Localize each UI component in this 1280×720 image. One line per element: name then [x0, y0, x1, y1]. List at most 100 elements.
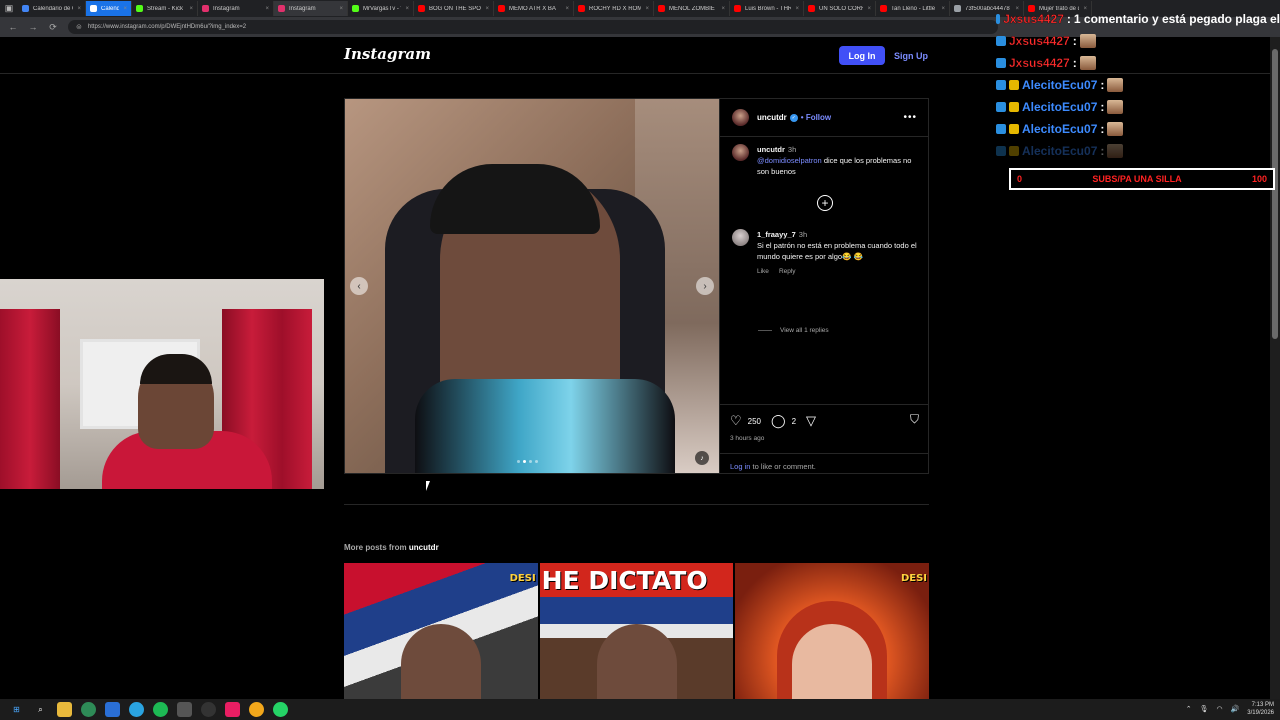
browser-tab[interactable]: Tan Lleno - Little × — [876, 1, 950, 16]
url-field[interactable]: ⊜ https://www.instagram.com/p/DWEjntHDm6… — [68, 20, 998, 34]
author-username[interactable]: uncutdr — [757, 113, 787, 122]
tab-close-icon[interactable]: × — [339, 6, 343, 12]
browser-tab[interactable]: UN SOLO CORRE × — [804, 1, 876, 16]
load-more-comments-icon[interactable]: + — [817, 195, 833, 211]
chat-message: AlecitoEcu07: — [996, 140, 1280, 162]
chat-username: AlecitoEcu07 — [1022, 100, 1098, 114]
clock-time: 7:13 PM — [1251, 702, 1274, 708]
view-replies-button[interactable]: View all 1 replies — [758, 327, 829, 334]
signup-button[interactable]: Sign Up — [894, 46, 928, 65]
follow-label: Follow — [805, 113, 832, 122]
tab-favicon-icon — [498, 5, 505, 12]
tab-close-icon[interactable]: × — [189, 6, 193, 12]
more-options-icon[interactable]: ••• — [903, 112, 917, 123]
tray-chevron-icon[interactable]: ⌃ — [1186, 705, 1192, 713]
carousel-next-button[interactable]: › — [696, 277, 714, 295]
telegram-icon[interactable] — [129, 702, 144, 717]
comment-avatar[interactable] — [732, 229, 749, 246]
system-tray: ⌃ 🎙 ◠ 🔊 7:13 PM 3/19/2026 — [1186, 701, 1274, 717]
tab-close-icon[interactable]: × — [485, 6, 489, 12]
tab-label: ROCHY RD X ROM — [589, 5, 642, 12]
tab-favicon-icon — [90, 5, 97, 12]
mute-icon[interactable]: ♪ — [695, 451, 709, 465]
search-icon[interactable]: ⌕ — [33, 702, 48, 717]
verified-icon: ✓ — [789, 113, 798, 122]
login-button[interactable]: Log In — [839, 46, 885, 65]
tab-label: Stream - Kick Dash — [147, 5, 185, 12]
comment-time: 3h — [798, 230, 808, 239]
start-icon[interactable]: ⊞ — [9, 702, 24, 717]
view-replies-label: View all 1 replies — [780, 327, 829, 334]
browser-tab[interactable]: MEMO ATR X BA × — [494, 1, 574, 16]
login-link[interactable]: Log in — [730, 462, 750, 471]
chat-sub-badge-icon — [1009, 80, 1019, 90]
comment-like-button[interactable]: Like — [757, 266, 769, 277]
caption-avatar[interactable] — [732, 144, 749, 161]
chat-username: Jxsus4427 — [1003, 12, 1064, 26]
browser-tab[interactable]: MENOL ZOMBIE × — [654, 1, 730, 16]
browser-tab[interactable]: Instagram × — [274, 1, 348, 16]
app-icon[interactable] — [177, 702, 192, 717]
tab-close-icon[interactable]: × — [645, 6, 649, 12]
follow-button[interactable]: • Follow — [801, 113, 831, 122]
caption-mention[interactable]: @domidioselpatron — [757, 156, 822, 165]
tab-label: Luis Brown - THRI — [745, 5, 792, 12]
reload-icon[interactable]: ⟳ — [46, 22, 60, 33]
carousel-dot — [535, 460, 538, 463]
store-icon[interactable] — [105, 702, 120, 717]
forward-icon[interactable]: → — [26, 22, 40, 32]
folder-icon[interactable] — [57, 702, 72, 717]
tab-close-icon[interactable]: × — [405, 6, 409, 12]
comment-reply-button[interactable]: Reply — [779, 266, 796, 277]
tab-close-icon[interactable]: × — [565, 6, 569, 12]
browser-tab[interactable]: MrVargasTv - Watc × — [348, 1, 414, 16]
post-thumbnail[interactable]: DESI — [735, 563, 930, 699]
tab-close-icon[interactable]: × — [77, 6, 81, 12]
browser-icon[interactable] — [249, 702, 264, 717]
tab-label: Tan Lleno - Little — [891, 5, 936, 12]
tab-close-icon[interactable]: × — [941, 6, 945, 12]
browser-tab[interactable]: Calendario de Go × — [18, 1, 86, 16]
mic-icon[interactable]: 🎙 — [1200, 705, 1209, 713]
carousel-prev-button[interactable]: ‹ — [350, 277, 368, 295]
spotify-icon[interactable] — [153, 702, 168, 717]
tab-close-icon[interactable]: × — [721, 6, 725, 12]
post-media[interactable]: ‹ › ♪ — [345, 99, 719, 473]
post-thumbnail[interactable]: HE DICTATO — [539, 563, 734, 699]
browser-tab[interactable]: BOG ON THE SPOT × — [414, 1, 494, 16]
site-info-icon[interactable]: ⊜ — [76, 23, 82, 31]
window-menu-icon[interactable]: ▣ — [0, 0, 18, 17]
chat-badge-icon — [996, 124, 1006, 134]
wifi-icon[interactable]: ◠ — [1216, 705, 1222, 713]
obs-icon[interactable] — [201, 702, 216, 717]
taskbar-clock[interactable]: 7:13 PM 3/19/2026 — [1247, 701, 1274, 717]
chat-message: AlecitoEcu07: — [996, 74, 1280, 96]
browser-tab[interactable]: Calendar× — [86, 1, 132, 16]
tab-favicon-icon — [136, 5, 143, 12]
chat-sub-badge-icon — [1009, 102, 1019, 112]
whatsapp-icon[interactable] — [273, 702, 288, 717]
browser-tab[interactable]: Luis Brown - THRI × — [730, 1, 804, 16]
tab-close-icon[interactable]: × — [795, 6, 799, 12]
capcut-icon[interactable] — [225, 702, 240, 717]
comment-username[interactable]: 1_fraayy_7 — [757, 230, 796, 239]
comment-icon[interactable]: ◯ — [771, 413, 786, 429]
tab-close-icon[interactable]: × — [265, 6, 269, 12]
caption-username[interactable]: uncutdr — [757, 145, 785, 154]
chrome-icon[interactable] — [81, 702, 96, 717]
share-icon[interactable]: ▽ — [806, 413, 816, 429]
browser-tab[interactable]: Stream - Kick Dash × — [132, 1, 198, 16]
tab-close-icon[interactable]: × — [867, 6, 871, 12]
back-icon[interactable]: ← — [6, 22, 20, 32]
author-avatar[interactable] — [732, 109, 749, 126]
instagram-logo[interactable]: Instagram — [344, 45, 431, 63]
browser-tab[interactable]: ROCHY RD X ROM × — [574, 1, 654, 16]
heart-icon[interactable]: ♡ — [730, 413, 742, 429]
volume-icon[interactable]: 🔊 — [1231, 705, 1240, 713]
more-posts-username[interactable]: uncutdr — [409, 543, 439, 552]
tab-close-icon[interactable]: × — [123, 6, 127, 12]
browser-tab[interactable]: Instagram × — [198, 1, 274, 16]
tab-label: MEMO ATR X BA — [509, 5, 556, 12]
bookmark-icon[interactable]: ⛉ — [910, 412, 919, 427]
post-thumbnail[interactable]: DESI — [344, 563, 538, 699]
